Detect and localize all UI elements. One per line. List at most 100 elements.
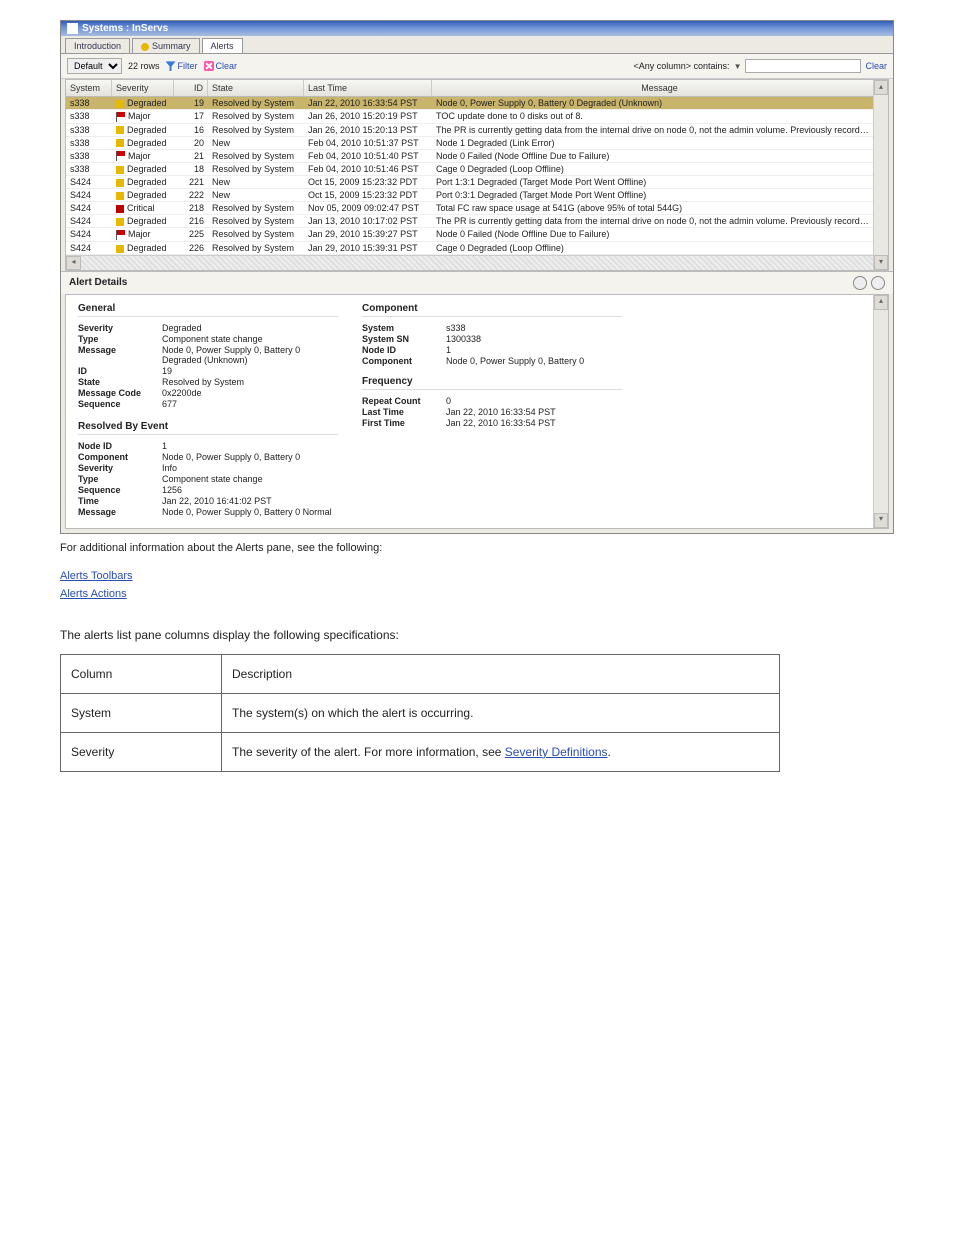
severity-icon bbox=[116, 166, 124, 174]
table-row[interactable]: S424Degraded222NewOct 15, 2009 15:23:32 … bbox=[66, 189, 874, 202]
cell-severity: Degraded bbox=[112, 137, 174, 149]
refresh-icon[interactable] bbox=[871, 276, 885, 290]
table-row[interactable]: s338Major17Resolved by SystemJan 26, 201… bbox=[66, 110, 874, 124]
collapse-icon[interactable] bbox=[853, 276, 867, 290]
table-body: s338Degraded19Resolved by SystemJan 22, … bbox=[66, 97, 888, 255]
component-heading: Component bbox=[362, 303, 622, 317]
cell-id: 21 bbox=[174, 150, 208, 163]
c-comp-value: Node 0, Power Supply 0, Battery 0 bbox=[446, 356, 622, 366]
sequence-value: 677 bbox=[162, 399, 338, 409]
see-also-links: Alerts Toolbars Alerts Actions bbox=[60, 568, 894, 600]
tab-bar: Introduction Summary Alerts bbox=[61, 36, 893, 54]
tab-introduction[interactable]: Introduction bbox=[65, 38, 130, 53]
cell-system: s338 bbox=[66, 137, 112, 149]
clear-search-link[interactable]: Clear bbox=[865, 61, 887, 71]
r-type-value: Component state change bbox=[162, 474, 338, 484]
severity-icon bbox=[116, 126, 124, 134]
table-row[interactable]: S424Critical218Resolved by SystemNov 05,… bbox=[66, 202, 874, 215]
msgcode-value: 0x2200de bbox=[162, 388, 338, 398]
cell-severity: Degraded bbox=[112, 242, 174, 254]
eraser-icon bbox=[204, 61, 214, 71]
cell-message: Node 1 Degraded (Link Error) bbox=[432, 137, 874, 149]
table-row[interactable]: S424Major225Resolved by SystemJan 29, 20… bbox=[66, 228, 874, 242]
cell-id: 16 bbox=[174, 124, 208, 136]
cell-severity: Major bbox=[112, 110, 174, 123]
tab-alerts[interactable]: Alerts bbox=[202, 38, 243, 53]
c-sn-label: System SN bbox=[362, 334, 446, 344]
cell-system: s338 bbox=[66, 150, 112, 163]
ft-value: Jan 22, 2010 16:33:54 PST bbox=[446, 418, 622, 428]
table-row: Severity The severity of the alert. For … bbox=[61, 732, 780, 771]
spec-system-label: System bbox=[61, 693, 222, 732]
cell-message: Total FC raw space usage at 541G (above … bbox=[432, 202, 874, 214]
cell-id: 222 bbox=[174, 189, 208, 201]
cell-state: Resolved by System bbox=[208, 163, 304, 175]
link-alerts-toolbars[interactable]: Alerts Toolbars bbox=[60, 570, 133, 582]
horizontal-scrollbar[interactable]: ◂ ▸ bbox=[66, 255, 888, 270]
col-message[interactable]: Message bbox=[432, 80, 888, 96]
search-input[interactable] bbox=[745, 59, 861, 73]
severity-icon bbox=[116, 100, 124, 108]
col-lasttime[interactable]: Last Time bbox=[304, 80, 432, 96]
sequence-label: Sequence bbox=[78, 399, 162, 409]
msgcode-label: Message Code bbox=[78, 388, 162, 398]
cell-time: Oct 15, 2009 15:23:32 PDT bbox=[304, 189, 432, 201]
dropdown-arrow-icon[interactable]: ▼ bbox=[734, 62, 742, 71]
scroll-down-icon[interactable]: ▾ bbox=[874, 513, 888, 528]
cell-message: TOC update done to 0 disks out of 8. bbox=[432, 110, 874, 123]
spec-severity-desc: The severity of the alert. For more info… bbox=[222, 732, 780, 771]
table-row[interactable]: S424Degraded221NewOct 15, 2009 15:23:32 … bbox=[66, 176, 874, 189]
cell-system: s338 bbox=[66, 97, 112, 109]
cell-state: New bbox=[208, 176, 304, 188]
table-row[interactable]: s338Degraded18Resolved by SystemFeb 04, … bbox=[66, 163, 874, 176]
cell-time: Jan 22, 2010 16:33:54 PST bbox=[304, 97, 432, 109]
c-comp-label: Component bbox=[362, 356, 446, 366]
severity-value: Degraded bbox=[162, 323, 338, 333]
cell-time: Jan 29, 2010 15:39:27 PST bbox=[304, 228, 432, 241]
spec-intro: The alerts list pane columns display the… bbox=[60, 628, 894, 642]
table-row[interactable]: S424Degraded216Resolved by SystemJan 13,… bbox=[66, 215, 874, 228]
col-severity[interactable]: Severity bbox=[112, 80, 174, 96]
cell-message: Node 0, Power Supply 0, Battery 0 Degrad… bbox=[432, 97, 874, 109]
cell-message: Cage 0 Degraded (Loop Offline) bbox=[432, 242, 874, 254]
spec-table: Column Description System The system(s) … bbox=[60, 654, 780, 772]
cell-id: 19 bbox=[174, 97, 208, 109]
table-row[interactable]: s338Degraded16Resolved by SystemJan 26, … bbox=[66, 124, 874, 137]
filter-link[interactable]: Filter bbox=[166, 61, 198, 72]
col-state[interactable]: State bbox=[208, 80, 304, 96]
cell-time: Oct 15, 2009 15:23:32 PDT bbox=[304, 176, 432, 188]
vertical-scrollbar[interactable]: ▴ ▾ bbox=[873, 80, 888, 270]
scroll-track[interactable] bbox=[81, 256, 873, 270]
link-alerts-actions[interactable]: Alerts Actions bbox=[60, 588, 127, 600]
scroll-up-icon[interactable]: ▴ bbox=[874, 80, 888, 95]
clear-filter-link[interactable]: Clear bbox=[204, 61, 238, 72]
r-seq-value: 1256 bbox=[162, 485, 338, 495]
scroll-up-icon[interactable]: ▴ bbox=[874, 295, 888, 310]
r-msg-label: Message bbox=[78, 507, 162, 517]
cell-system: S424 bbox=[66, 242, 112, 254]
tab-summary[interactable]: Summary bbox=[132, 38, 200, 53]
cell-severity: Major bbox=[112, 150, 174, 163]
table-row[interactable]: S424Degraded226Resolved by SystemJan 29,… bbox=[66, 242, 874, 255]
scroll-down-icon[interactable]: ▾ bbox=[874, 255, 888, 270]
scroll-left-icon[interactable]: ◂ bbox=[66, 256, 81, 270]
table-row[interactable]: s338Major21Resolved by SystemFeb 04, 201… bbox=[66, 150, 874, 164]
cell-system: S424 bbox=[66, 189, 112, 201]
c-node-label: Node ID bbox=[362, 345, 446, 355]
message-label: Message bbox=[78, 345, 162, 365]
cell-severity: Degraded bbox=[112, 124, 174, 136]
c-node-value: 1 bbox=[446, 345, 622, 355]
cell-time: Jan 26, 2010 15:20:13 PST bbox=[304, 124, 432, 136]
window-title: Systems : InServs bbox=[82, 23, 168, 34]
col-system[interactable]: System bbox=[66, 80, 112, 96]
c-sn-value: 1300338 bbox=[446, 334, 622, 344]
details-vertical-scrollbar[interactable]: ▴ ▾ bbox=[873, 295, 888, 528]
filter-select[interactable]: Default bbox=[67, 58, 122, 74]
cell-time: Feb 04, 2010 10:51:46 PST bbox=[304, 163, 432, 175]
link-severity-definitions[interactable]: Severity Definitions bbox=[505, 745, 608, 759]
col-id[interactable]: ID bbox=[174, 80, 208, 96]
table-row[interactable]: s338Degraded20NewFeb 04, 2010 10:51:37 P… bbox=[66, 137, 874, 150]
severity-icon bbox=[116, 179, 124, 187]
rc-label: Repeat Count bbox=[362, 396, 446, 406]
table-row[interactable]: s338Degraded19Resolved by SystemJan 22, … bbox=[66, 97, 874, 110]
